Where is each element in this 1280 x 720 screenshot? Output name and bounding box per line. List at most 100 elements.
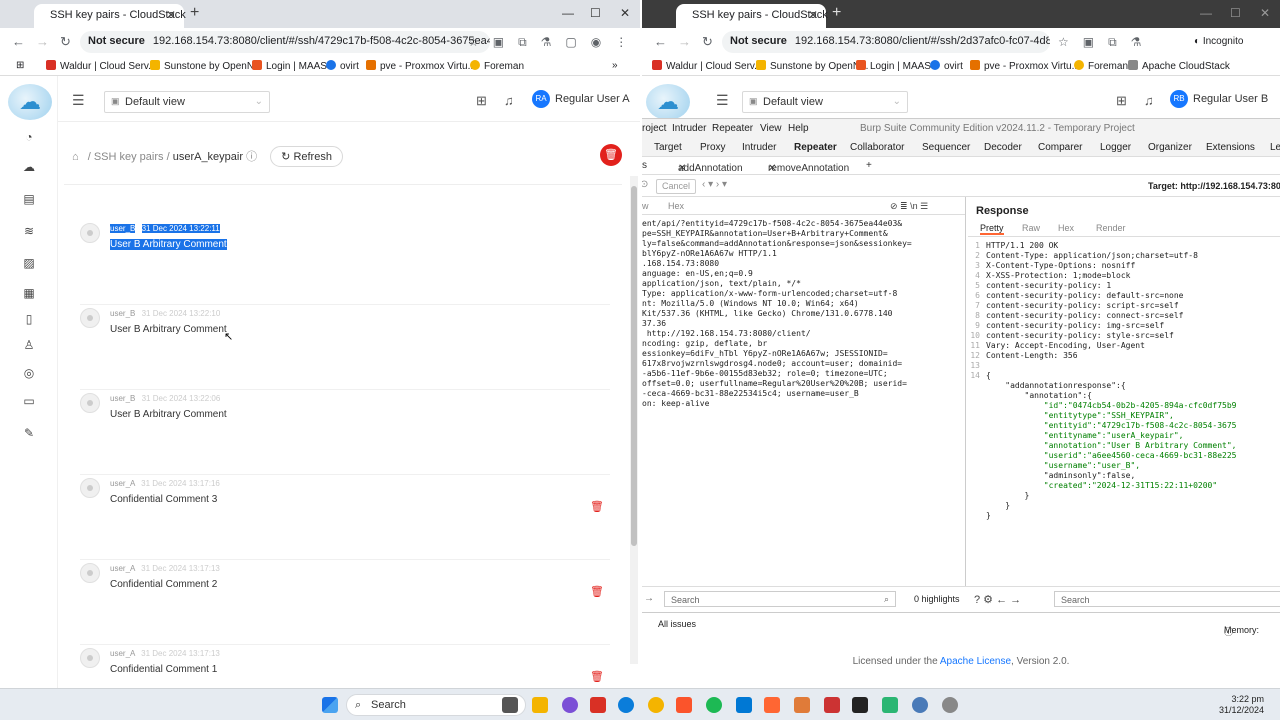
bookmark-maas[interactable]: Login | MAAS: [856, 60, 931, 72]
delete-comment-icon[interactable]: 🗑: [590, 670, 604, 683]
reload-icon[interactable]: ↻: [702, 34, 713, 50]
breadcrumb-ssh-keypairs[interactable]: SSH key pairs: [94, 151, 164, 163]
cloud-icon[interactable]: ☁: [22, 160, 36, 174]
all-issues-label[interactable]: All issues: [658, 619, 696, 629]
apps-icon[interactable]: ⊞: [16, 60, 24, 71]
repeater-tab-prev[interactable]: s: [642, 160, 647, 171]
cloudstack-logo[interactable]: ☁: [8, 84, 52, 120]
settings-icon[interactable]: [942, 697, 958, 713]
tab-repeater[interactable]: Repeater: [794, 142, 837, 153]
tab-decoder[interactable]: Decoder: [984, 142, 1022, 153]
response-tab-render[interactable]: Render: [1096, 223, 1126, 233]
close-tab-icon[interactable]: ✕: [678, 163, 686, 174]
request-editor[interactable]: ent/api/?entityid=4729c17b-f508-4c2c-805…: [642, 219, 965, 409]
bookmark-foreman[interactable]: Foreman: [470, 60, 524, 72]
wifi-icon[interactable]: ≋: [22, 224, 36, 238]
windows-start-icon[interactable]: [322, 697, 338, 713]
reload-icon[interactable]: ↻: [60, 34, 71, 50]
add-repeater-tab-button[interactable]: +: [866, 160, 872, 171]
request-view-icons[interactable]: ⊘ ≣ \n ☰: [890, 201, 928, 212]
menu-toggle-icon[interactable]: ☰: [72, 92, 85, 109]
taskbar-search[interactable]: ⌕ Search: [346, 694, 526, 716]
help-icon[interactable]: ⓘ: [246, 151, 257, 163]
bag-icon[interactable]: ▭: [22, 394, 36, 408]
response-tab-hex[interactable]: Hex: [1058, 223, 1074, 233]
user-menu[interactable]: RA Regular User A: [532, 90, 630, 108]
cloudstack-logo[interactable]: ☁: [646, 84, 690, 120]
view-selector[interactable]: ▣ Default view ⌄: [104, 91, 270, 113]
close-tab-icon[interactable]: ✕: [808, 8, 818, 22]
spotify-icon[interactable]: [706, 697, 722, 713]
toolbar-icons[interactable]: ☆▣⧉⚗: [1058, 35, 1155, 50]
tab-collaborator[interactable]: Collaborator: [850, 142, 904, 153]
tab-sequencer[interactable]: Sequencer: [922, 142, 970, 153]
request-search-input[interactable]: Search ⌕: [664, 591, 896, 607]
calendar-icon[interactable]: ▦: [22, 286, 36, 300]
back-icon[interactable]: ←: [12, 34, 25, 49]
maximize-icon[interactable]: ☐: [1230, 6, 1241, 20]
create-icon[interactable]: ⊞: [1116, 93, 1127, 109]
close-window-icon[interactable]: ✕: [620, 6, 630, 20]
url-bar[interactable]: Not secure 192.168.154.73:8080/client/#/s…: [722, 31, 1050, 53]
delete-comment-icon[interactable]: 🗑: [590, 585, 604, 598]
response-search-input[interactable]: Search: [1054, 591, 1280, 607]
incognito-badge[interactable]: ◐ Incognito: [1194, 36, 1243, 47]
bookmark-ovirt[interactable]: ovirt: [930, 60, 963, 72]
close-tab-icon[interactable]: ✕: [768, 163, 776, 174]
chrome-icon[interactable]: [648, 697, 664, 713]
new-tab-icon[interactable]: +: [832, 4, 841, 22]
minimize-icon[interactable]: —: [562, 6, 574, 20]
bookmark-ovirt[interactable]: ovirt: [326, 60, 359, 72]
history-nav-icon[interactable]: ‹ ▾ › ▾: [702, 179, 727, 190]
tab-extensions[interactable]: Extensions: [1206, 142, 1255, 153]
url-bar[interactable]: Not secure 192.168.154.73:8080/client/#/s…: [80, 31, 490, 53]
menu-toggle-icon[interactable]: ☰: [716, 92, 729, 109]
search-nav-icon[interactable]: →: [644, 593, 654, 604]
bookmark-waldur[interactable]: Waldur | Cloud Serv...: [46, 60, 157, 72]
tab-intruder[interactable]: Intruder: [742, 142, 776, 153]
tab-proxy[interactable]: Proxy: [700, 142, 726, 153]
menu-repeater[interactable]: Repeater: [712, 123, 753, 134]
tools-icon[interactable]: ✎: [22, 426, 36, 440]
edge-icon[interactable]: [618, 697, 634, 713]
refresh-button[interactable]: ↻ Refresh: [270, 146, 343, 167]
bookmark-foreman[interactable]: Foreman: [1074, 60, 1128, 72]
view-selector[interactable]: ▣ Default view ⌄: [742, 91, 908, 113]
delete-button[interactable]: 🗑: [600, 144, 622, 166]
menu-project[interactable]: roject: [642, 123, 666, 134]
file-explorer-icon[interactable]: [532, 697, 548, 713]
tab-learn[interactable]: Le: [1270, 142, 1280, 153]
minimize-icon[interactable]: —: [1200, 6, 1212, 20]
menu-help[interactable]: Help: [788, 123, 809, 134]
menu-intruder[interactable]: Intruder: [672, 123, 706, 134]
toolbar-icons[interactable]: ☆▣⧉⚗▢◉⋮: [468, 35, 640, 50]
apache-license-link[interactable]: Apache License: [940, 656, 1011, 667]
image-icon[interactable]: ▨: [22, 256, 36, 270]
user-menu[interactable]: RB Regular User B: [1170, 90, 1268, 108]
browser-tab[interactable]: SSH key pairs - CloudStack ✕: [676, 4, 828, 28]
tab-comparer[interactable]: Comparer: [1038, 142, 1082, 153]
bell-icon[interactable]: ♫: [1144, 93, 1154, 108]
new-tab-icon[interactable]: +: [190, 4, 199, 22]
bookmark-waldur[interactable]: Waldur | Cloud Serv...: [652, 60, 763, 72]
browser-tab[interactable]: SSH key pairs - CloudStack ✕: [34, 4, 186, 28]
response-tab-raw[interactable]: Raw: [1022, 223, 1040, 233]
storage-icon[interactable]: ▤: [22, 192, 36, 206]
book-icon[interactable]: ▯: [22, 312, 36, 326]
app-icon[interactable]: [794, 697, 810, 713]
response-search-controls[interactable]: ? ⚙ ← →: [974, 593, 1021, 606]
response-tab-pretty[interactable]: Pretty: [980, 223, 1004, 235]
accounts-icon[interactable]: ♙: [22, 338, 36, 352]
chat-app-icon[interactable]: [562, 697, 578, 713]
close-tab-icon[interactable]: ✕: [166, 8, 176, 22]
pdf-icon[interactable]: [824, 697, 840, 713]
tab-logger[interactable]: Logger: [1100, 142, 1131, 153]
response-editor[interactable]: 1 HTTP/1.1 200 OK 2 Content-Type: applicati…: [968, 241, 1280, 521]
forward-icon[interactable]: →: [678, 34, 691, 49]
scrollbar[interactable]: [630, 176, 638, 664]
request-tab-raw[interactable]: w: [642, 201, 649, 211]
burp-icon[interactable]: [764, 697, 780, 713]
task-view-icon[interactable]: [502, 697, 518, 713]
bell-icon[interactable]: ♫: [504, 93, 514, 108]
brave-icon[interactable]: [676, 697, 692, 713]
